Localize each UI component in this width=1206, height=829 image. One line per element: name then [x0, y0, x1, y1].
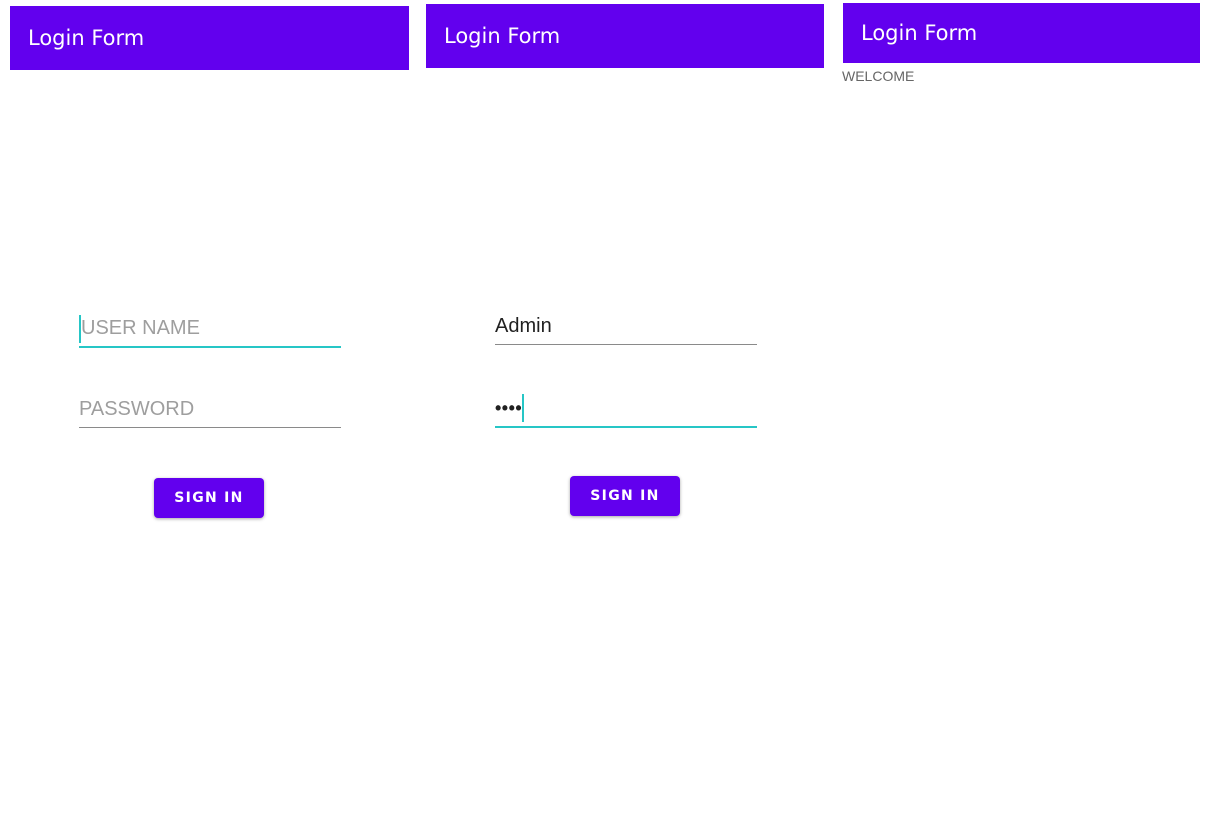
app-bar-title: Login Form: [28, 26, 145, 50]
welcome-screen: Login Form WELCOME: [833, 0, 1206, 829]
app-bar: Login Form: [426, 4, 824, 68]
app-bar-title: Login Form: [861, 21, 978, 45]
username-field[interactable]: USER NAME: [79, 311, 341, 348]
username-field[interactable]: Admin: [495, 309, 757, 345]
login-screen-empty: Login Form USER NAME PASSWORD SIGN IN: [0, 0, 415, 829]
password-field[interactable]: ••••: [495, 390, 757, 428]
app-bar-title: Login Form: [444, 24, 561, 48]
sign-in-label: SIGN IN: [590, 488, 660, 504]
password-placeholder: PASSWORD: [79, 398, 195, 420]
password-field[interactable]: PASSWORD: [79, 392, 341, 428]
sign-in-button[interactable]: SIGN IN: [570, 476, 680, 516]
username-placeholder: USER NAME: [81, 317, 200, 339]
sign-in-label: SIGN IN: [174, 490, 244, 506]
welcome-text: WELCOME: [842, 68, 915, 84]
text-cursor: [522, 394, 525, 422]
sign-in-button[interactable]: SIGN IN: [154, 478, 264, 518]
login-screen-filled: Login Form Admin •••• SIGN IN: [415, 0, 833, 829]
app-bar: Login Form: [10, 6, 409, 70]
password-value: ••••: [495, 397, 523, 418]
app-bar: Login Form: [843, 3, 1200, 63]
username-value: Admin: [495, 315, 552, 337]
